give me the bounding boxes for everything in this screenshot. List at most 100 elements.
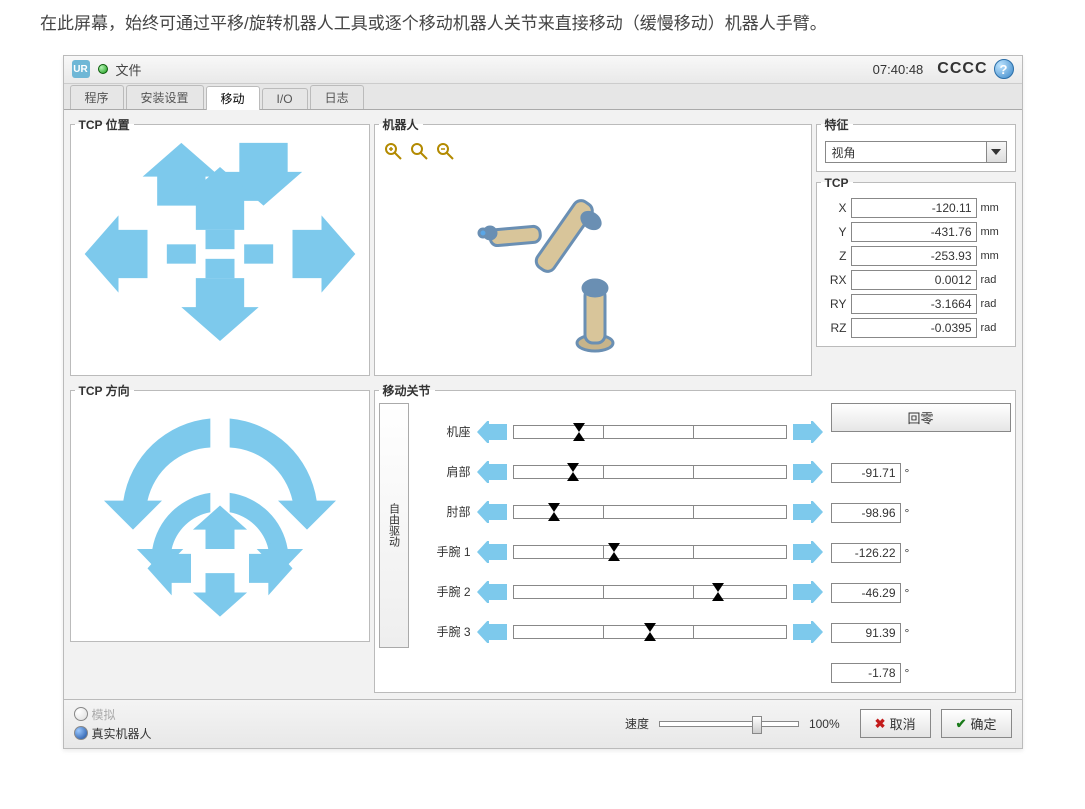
rotate-rx-down-icon[interactable] [192,573,246,617]
panel-tcp-direction: TCP 方向 [70,382,370,642]
tcp-coord-unit: rad [981,298,1007,310]
tab-move[interactable]: 移动 [206,86,260,110]
sim-radio[interactable]: 模拟 [74,706,152,723]
tcp-coord-unit: rad [981,322,1007,334]
jog-plus-arrow-icon[interactable] [793,461,823,483]
ok-button[interactable]: ✔ 确定 [941,709,1012,738]
sim-radio-label: 模拟 [92,706,116,723]
panel-tcp-position: TCP 位置 [70,116,370,376]
joint-label: 肘部 [415,503,471,520]
tab-log[interactable]: 日志 [310,85,364,109]
jog-plus-arrow-icon[interactable] [793,501,823,523]
tcp-coord-value[interactable]: -253.93 [851,246,977,266]
speed-slider[interactable] [659,721,799,727]
panel-tcp-coords-title: TCP [821,176,853,190]
joint-row: 手腕 3 [415,617,823,647]
zoom-in-icon[interactable] [383,141,403,161]
joint-slider[interactable] [513,545,787,559]
translate-back-arrow-icon[interactable] [181,278,258,341]
jog-minus-arrow-icon[interactable] [477,541,507,563]
joint-value[interactable]: -98.96 [831,503,901,523]
jog-minus-arrow-icon[interactable] [477,621,507,643]
tcp-coord-label: X [825,201,847,215]
home-button[interactable]: 回零 [831,403,1011,432]
cancel-button[interactable]: ✖ 取消 [860,709,931,738]
joint-unit: ° [905,626,917,640]
joint-row: 手腕 2 [415,577,823,607]
intro-text: 在此屏幕，始终可通过平移/旋转机器人工具或逐个移动机器人关节来直接移动（缓慢移动… [40,10,1045,39]
jog-plus-arrow-icon[interactable] [793,621,823,643]
joint-value[interactable]: -1.78 [831,663,901,683]
feature-dropdown[interactable]: 视角 [825,141,1007,163]
radio-on-icon [74,726,88,740]
content-top-row: TCP 位置 机器人 [64,110,1022,382]
joint-slider[interactable] [513,465,787,479]
check-icon: ✔ [956,716,967,732]
tab-bar: 程序 安装设置 移动 I/O 日志 [64,84,1022,110]
joint-row: 肘部 [415,497,823,527]
tab-program[interactable]: 程序 [70,85,124,109]
translate-center-icon [166,244,195,263]
tcp-coord-value[interactable]: -3.1664 [851,294,977,314]
panel-tcp-coords: TCP X-120.11mmY-431.76mmZ-253.93mmRX0.00… [816,176,1016,347]
tcp-coord-row: Z-253.93mm [825,246,1007,266]
joint-slider[interactable] [513,505,787,519]
joint-label: 手腕 1 [415,543,471,560]
panel-joints: 移动关节 自由驱动 机座肩部肘部手腕 1手腕 2手腕 3 回零 -91.71°-… [374,382,1016,693]
tab-io[interactable]: I/O [262,88,308,109]
tcp-coord-unit: mm [981,226,1007,238]
jog-plus-arrow-icon[interactable] [793,421,823,443]
titlebar: UR 文件 07:40:48 CCCC ? [64,56,1022,84]
file-menu[interactable]: 文件 [116,60,142,79]
zoom-reset-icon[interactable] [409,141,429,161]
translate-center-icon3 [205,230,234,249]
jog-plus-arrow-icon[interactable] [793,581,823,603]
tcp-coord-row: Y -431.76 mm [825,222,1007,242]
joint-label: 肩部 [415,463,471,480]
joint-slider[interactable] [513,625,787,639]
joint-slider[interactable] [513,585,787,599]
joint-value[interactable]: -46.29 [831,583,901,603]
tcp-coord-unit: mm [981,250,1007,262]
help-icon[interactable]: ? [994,59,1014,79]
tcp-coord-label: RZ [825,321,847,335]
translate-pad [75,137,365,371]
translate-right-arrow-icon[interactable] [292,215,355,292]
logo-icon: UR [72,60,90,78]
joint-value[interactable]: -126.22 [831,543,901,563]
tcp-coord-value[interactable]: -0.0395 [851,318,977,338]
speed-value: 100% [809,717,840,731]
panel-robot-view-title: 机器人 [379,116,423,133]
jog-minus-arrow-icon[interactable] [477,501,507,523]
joint-label: 手腕 3 [415,623,471,640]
rotate-pad [75,403,365,637]
jog-minus-arrow-icon[interactable] [477,581,507,603]
radio-off-icon [74,707,88,721]
freedrive-button[interactable]: 自由驱动 [379,403,409,648]
tcp-coord-value[interactable]: -120.11 [851,198,977,218]
translate-center-icon4 [205,259,234,278]
robot-3d-view[interactable] [435,173,735,373]
joint-unit: ° [905,666,917,680]
feature-dropdown-value: 视角 [826,142,986,162]
joint-value[interactable]: -91.71 [831,463,901,483]
translate-left-arrow-icon[interactable] [84,215,147,292]
tcp-coord-row: RX0.0012rad [825,270,1007,290]
joint-row: 手腕 1 [415,537,823,567]
joint-unit: ° [905,506,917,520]
zoom-out-icon[interactable] [435,141,455,161]
real-robot-radio[interactable]: 真实机器人 [74,725,152,742]
tab-installation[interactable]: 安装设置 [126,85,204,109]
jog-minus-arrow-icon[interactable] [477,461,507,483]
speed-slider-thumb[interactable] [752,716,762,734]
joint-value[interactable]: 91.39 [831,623,901,643]
tcp-coord-label: Y [825,225,847,239]
footer: 模拟 真实机器人 速度 100% ✖ 取消 ✔ 确定 [64,699,1022,748]
tcp-coord-value[interactable]: 0.0012 [851,270,977,290]
tcp-coord-value[interactable]: -431.76 [851,222,977,242]
tcp-coord-label: RY [825,297,847,311]
jog-plus-arrow-icon[interactable] [793,541,823,563]
jog-minus-arrow-icon[interactable] [477,421,507,443]
tcp-coord-unit: rad [981,274,1007,286]
joint-slider[interactable] [513,425,787,439]
